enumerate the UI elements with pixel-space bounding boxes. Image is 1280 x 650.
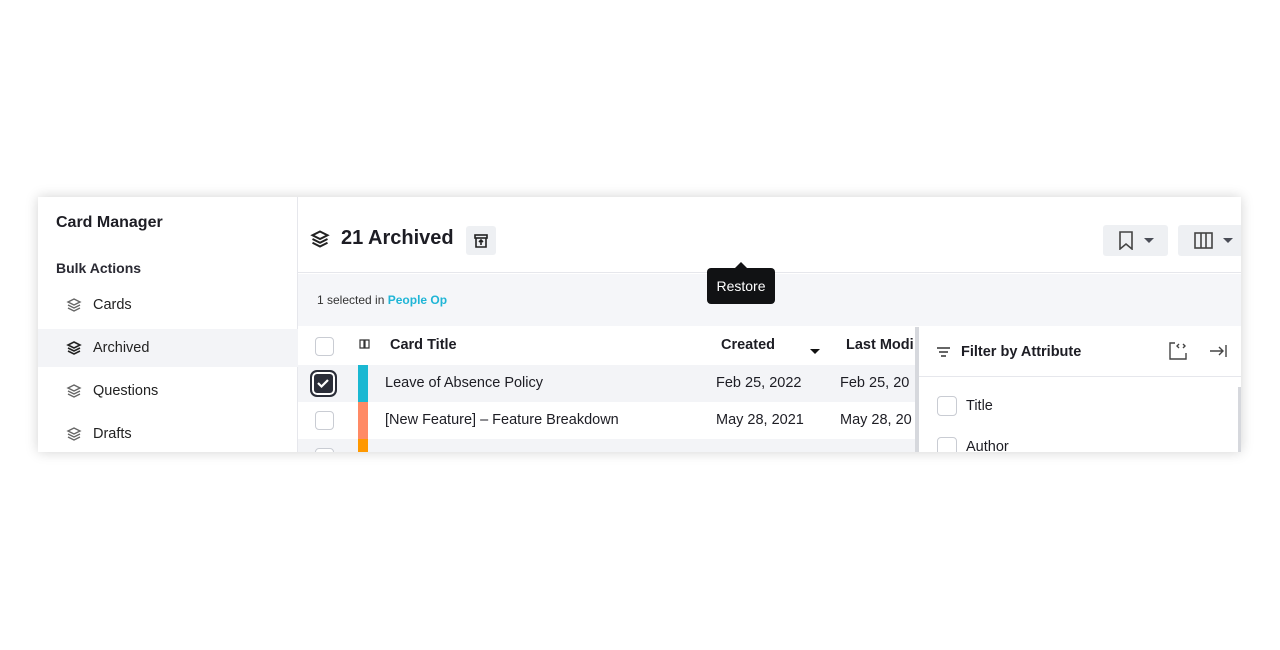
row-checkbox[interactable] xyxy=(315,411,334,430)
filter-panel: Filter by Attribute Title Author xyxy=(915,327,1241,452)
panel-scrollbar[interactable] xyxy=(1238,387,1241,452)
modified-date: Feb 25, 20 xyxy=(840,375,910,391)
sidebar-item-questions[interactable]: Questions xyxy=(38,372,298,410)
book-icon xyxy=(359,339,370,349)
column-last-modified[interactable]: Last Modi xyxy=(846,337,914,353)
bookmark-dropdown[interactable] xyxy=(1103,225,1168,256)
collapse-panel-icon[interactable] xyxy=(1209,344,1227,358)
layers-icon xyxy=(66,384,82,398)
main-area: 21 Archived 1 selected in People Op Rest… xyxy=(298,197,1241,452)
sidebar-item-archived[interactable]: Archived xyxy=(38,329,298,367)
columns-dropdown[interactable] xyxy=(1178,225,1241,256)
row-checkbox[interactable] xyxy=(315,448,334,452)
created-date: Feb 25, 2022 xyxy=(716,375,802,391)
check-icon xyxy=(317,379,329,389)
sidebar-item-label: Archived xyxy=(93,340,150,356)
card-title[interactable]: Leave of Absence Policy xyxy=(385,375,543,391)
title-text: 21 Archived xyxy=(341,227,454,249)
selection-text: 1 selected in xyxy=(317,293,385,307)
sidebar-item-cards[interactable]: Cards xyxy=(38,286,298,324)
created-date: May 28, 2021 xyxy=(716,412,804,428)
page-title: 21 Archived xyxy=(310,227,454,250)
card-title[interactable]: [New Feature] – Feature Breakdown xyxy=(385,412,619,428)
sidebar-item-label: Drafts xyxy=(93,426,132,442)
collection-link[interactable]: People Op xyxy=(388,293,447,307)
sidebar-title: Card Manager xyxy=(56,214,163,231)
row-checkbox[interactable] xyxy=(310,370,337,397)
select-all-checkbox[interactable] xyxy=(315,337,334,356)
table-row[interactable]: Leave of Absence Policy Feb 25, 2022 Feb… xyxy=(298,365,915,402)
table-header: Card Title Created Last Modi xyxy=(298,327,915,364)
filter-checkbox[interactable] xyxy=(937,437,957,452)
filter-option-title[interactable]: Title xyxy=(937,396,993,416)
filter-panel-header: Filter by Attribute xyxy=(919,327,1241,377)
card-color-bar xyxy=(358,402,368,439)
layers-icon xyxy=(310,229,330,248)
restore-tooltip: Restore xyxy=(707,262,775,304)
layers-icon xyxy=(66,427,82,441)
card-color-bar xyxy=(358,439,368,452)
columns-icon xyxy=(1193,232,1213,249)
sidebar: Card Manager Bulk Actions Cards Archived… xyxy=(38,197,298,452)
layers-icon xyxy=(66,298,82,312)
layers-icon xyxy=(66,341,82,355)
sidebar-item-label: Questions xyxy=(93,383,159,399)
header: 21 Archived xyxy=(298,197,1241,273)
bulk-actions-heading: Bulk Actions xyxy=(56,260,142,276)
modified-date: May 28, 20 xyxy=(840,412,912,428)
column-card-title[interactable]: Card Title xyxy=(390,337,457,353)
filter-option-label: Author xyxy=(966,439,1009,452)
table-row[interactable] xyxy=(298,439,915,452)
cards-table: Card Title Created Last Modi Leave of Ab… xyxy=(298,327,915,452)
embed-icon[interactable] xyxy=(1169,342,1187,360)
bookmark-icon xyxy=(1118,231,1133,250)
table-row[interactable]: [New Feature] – Feature Breakdown May 28… xyxy=(298,402,915,439)
sidebar-item-label: Cards xyxy=(93,297,132,313)
caret-down-icon xyxy=(1143,238,1154,243)
caret-down-icon xyxy=(1222,238,1233,243)
archive-restore-icon xyxy=(474,233,488,248)
sort-desc-icon[interactable] xyxy=(810,349,820,354)
filter-icon xyxy=(937,346,950,357)
column-created[interactable]: Created xyxy=(721,337,775,353)
filter-panel-title: Filter by Attribute xyxy=(961,343,1082,360)
card-color-bar xyxy=(358,365,368,402)
card-manager-window: Card Manager Bulk Actions Cards Archived… xyxy=(38,197,1241,452)
sidebar-item-drafts[interactable]: Drafts xyxy=(38,415,298,452)
filter-option-author[interactable]: Author xyxy=(937,437,1009,452)
restore-button[interactable] xyxy=(466,226,496,255)
filter-option-label: Title xyxy=(966,398,993,414)
filter-checkbox[interactable] xyxy=(937,396,957,416)
